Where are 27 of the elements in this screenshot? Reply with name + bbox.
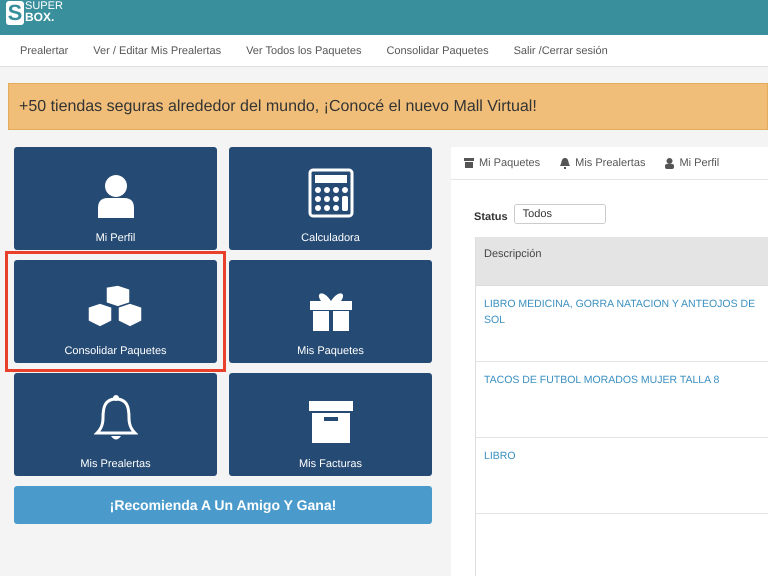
person-icon — [96, 174, 136, 218]
nav-link[interactable]: Salir /Cerrar sesión — [514, 44, 608, 56]
person-icon — [665, 158, 674, 168]
panel-tab[interactable]: Mi Perfil — [665, 157, 720, 169]
status-select[interactable]: Todos — [514, 204, 606, 224]
description-link[interactable]: TACOS DE FUTBOL MORADOS MUJER TALLA 8 — [484, 372, 768, 388]
nav-link[interactable]: Ver Todos los Paquetes — [246, 44, 362, 56]
panel-tab[interactable]: Mis Prealertas — [560, 157, 646, 169]
archive-box-icon — [464, 158, 474, 168]
description-link[interactable]: LIBRO — [484, 448, 768, 464]
nav-link[interactable]: Prealertar — [20, 44, 68, 56]
status-label: Status — [474, 211, 508, 223]
promo-banner[interactable]: +50 tiendas seguras alrededor del mundo, ¡Conocé el nuevo Mall Virtual! — [8, 83, 768, 130]
calculator-icon — [308, 168, 354, 218]
bell-icon — [560, 158, 570, 168]
dashboard-tile[interactable]: Consolidar Paquetes — [14, 260, 217, 363]
archive-box-icon — [308, 400, 354, 444]
dashboard-tile[interactable]: Mis Prealertas — [14, 373, 217, 476]
description-link[interactable]: LIBRO MEDICINA, GORRA NATACION Y ANTEOJOS DE SOL — [484, 296, 768, 328]
column-header: Descripción — [476, 237, 768, 286]
nav-link[interactable]: Ver / Editar Mis Prealertas — [93, 44, 222, 56]
dashboard-tile[interactable]: Mis Facturas — [229, 373, 432, 476]
dashboard-tile[interactable]: Mis Paquetes — [229, 260, 432, 363]
dashboard-tile[interactable]: Mi Perfil — [14, 147, 217, 250]
nav-link[interactable]: Consolidar Paquetes — [386, 44, 489, 56]
panel-tab[interactable]: Mi Paquetes — [464, 157, 540, 169]
dashboard-tile[interactable]: Calculadora — [229, 147, 432, 250]
